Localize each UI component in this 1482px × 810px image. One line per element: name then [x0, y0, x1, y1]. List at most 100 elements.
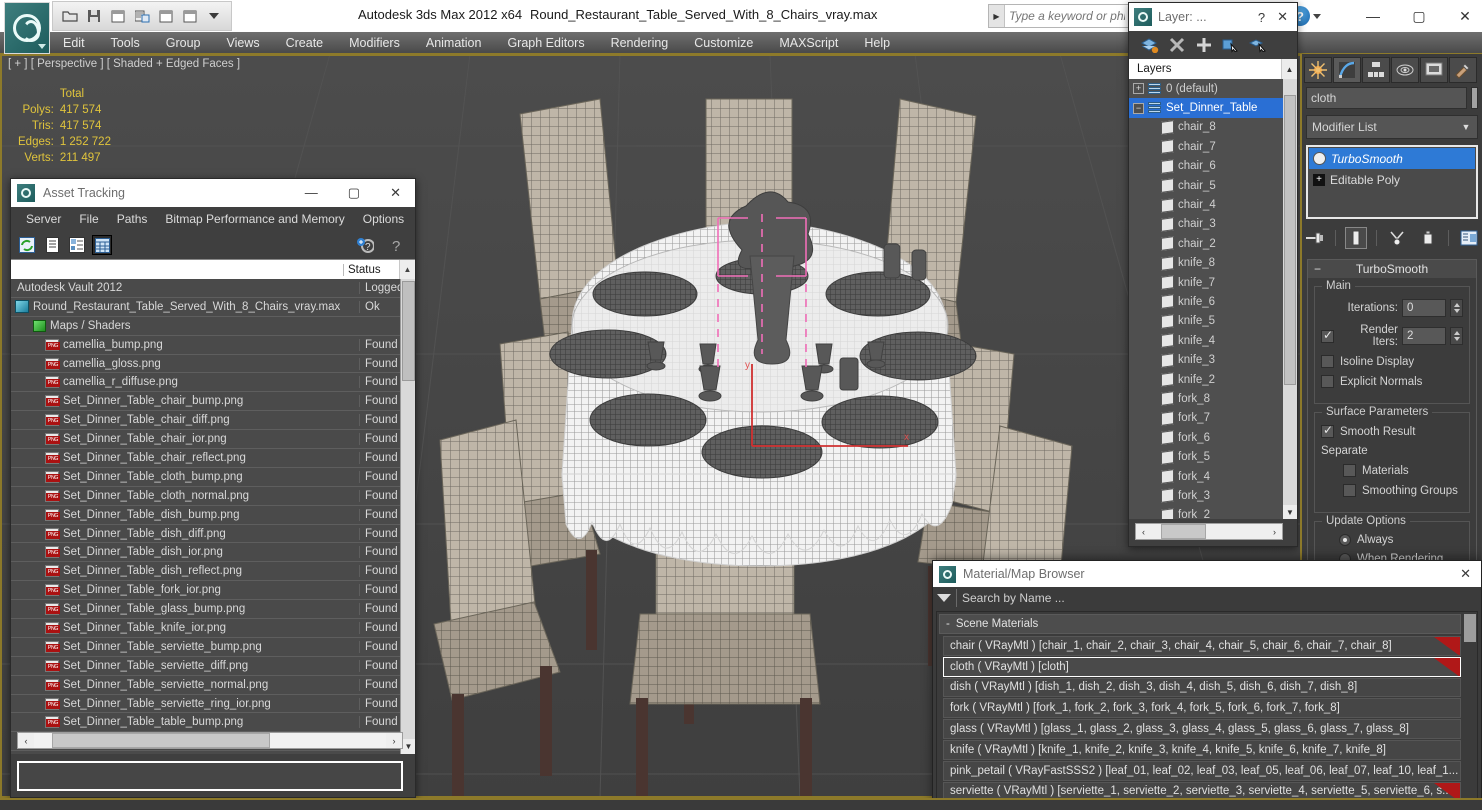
quick-access-toolbar[interactable] [52, 1, 232, 31]
check-explicit-normals[interactable]: Explicit Normals [1321, 375, 1463, 388]
command-panel-tabs[interactable] [1302, 54, 1482, 84]
import-button[interactable] [131, 5, 153, 27]
asset-row[interactable]: Set_Dinner_Table_cloth_bump.pngFound [11, 467, 415, 487]
smoothing-groups-checkbox[interactable] [1343, 484, 1356, 497]
asset-row[interactable]: Set_Dinner_Table_table_bump.pngFound [11, 713, 415, 733]
layer-row[interactable]: fork_8 [1129, 389, 1297, 408]
render-iters-spinner[interactable] [1450, 327, 1463, 345]
asset-row[interactable]: Set_Dinner_Table_dish_ior.pngFound [11, 543, 415, 563]
menu-help[interactable]: Help [851, 36, 903, 50]
help-dropdown-icon[interactable] [1313, 14, 1321, 19]
rollout-collapse-icon[interactable]: − [1314, 262, 1321, 276]
explicit-normals-checkbox[interactable] [1321, 375, 1334, 388]
layer-explorer-close-button[interactable]: ✕ [1277, 9, 1292, 25]
hscroll-right-icon[interactable]: › [386, 733, 402, 748]
filter-dropdown-icon[interactable] [937, 594, 951, 602]
asset-row[interactable]: Set_Dinner_Table_cloth_normal.pngFound [11, 486, 415, 506]
app-menu-caret-icon[interactable] [38, 44, 46, 49]
material-row[interactable]: chair ( VRayMtl ) [chair_1, chair_2, cha… [943, 636, 1461, 656]
hierarchy-tab[interactable] [1362, 57, 1390, 83]
menu-modifiers[interactable]: Modifiers [336, 36, 413, 50]
scene-materials-section-header[interactable]: - Scene Materials [939, 614, 1461, 634]
motion-tab[interactable] [1391, 57, 1419, 83]
layer-row[interactable]: knife_6 [1129, 292, 1297, 311]
layer-explorer-help-button[interactable]: ? [1258, 10, 1277, 25]
layer-row[interactable]: fork_3 [1129, 486, 1297, 505]
check-isoline-display[interactable]: Isoline Display [1321, 355, 1463, 368]
layer-row[interactable]: chair_3 [1129, 215, 1297, 234]
configure-modifier-sets-icon[interactable] [1458, 227, 1480, 249]
menu-tools[interactable]: Tools [98, 36, 153, 50]
object-name-input[interactable] [1306, 87, 1467, 109]
asset-row[interactable]: Set_Dinner_Table_serviette_bump.pngFound [11, 637, 415, 657]
select-layer-icon[interactable] [1249, 36, 1267, 54]
menu-edit[interactable]: Edit [50, 36, 98, 50]
layer-explorer-toolbar[interactable] [1129, 31, 1297, 59]
menu-maxscript[interactable]: MAXScript [766, 36, 851, 50]
asset-row[interactable]: camellia_bump.pngFound [11, 335, 415, 355]
layer-explorer-window[interactable]: Layer: ... ? ✕ Layers ▲ + 0 (default) − … [1128, 2, 1298, 547]
object-color-swatch[interactable] [1471, 87, 1478, 109]
asset-row[interactable]: Set_Dinner_Table_dish_diff.pngFound [11, 524, 415, 544]
keyword-search-input[interactable] [1005, 9, 1125, 23]
at-menu-server[interactable]: Server [17, 212, 70, 226]
pin-stack-icon[interactable] [1304, 227, 1326, 249]
layer-row[interactable]: chair_4 [1129, 195, 1297, 214]
check-smooth-result[interactable]: Smooth Result [1321, 423, 1463, 438]
section-collapse-icon[interactable]: - [946, 618, 950, 630]
tree-view-icon[interactable] [67, 235, 87, 255]
menu-customize[interactable]: Customize [681, 36, 766, 50]
menu-views[interactable]: Views [213, 36, 272, 50]
select-object-icon[interactable] [1222, 36, 1240, 54]
material-browser-list[interactable]: - Scene Materials chair ( VRayMtl ) [cha… [936, 611, 1478, 801]
layer-row[interactable]: knife_2 [1129, 370, 1297, 389]
save-file-button[interactable] [83, 5, 105, 27]
layer-hscroll-thumb[interactable] [1161, 524, 1206, 539]
asset-row[interactable]: Set_Dinner_Table_serviette_diff.pngFound [11, 656, 415, 676]
create-tab[interactable] [1304, 57, 1332, 83]
smooth-result-checkbox[interactable] [1321, 423, 1334, 438]
material-row[interactable]: pink_petail ( VRayFastSSS2 ) [leaf_01, l… [943, 760, 1461, 781]
add-layer-icon[interactable] [1195, 36, 1213, 54]
at-menu-options[interactable]: Options [354, 212, 413, 226]
asset-row[interactable]: Autodesk Vault 2012 Logged [11, 279, 415, 298]
layer-row[interactable]: chair_5 [1129, 176, 1297, 195]
layer-list-horizontal-scrollbar[interactable]: ‹ › [1135, 523, 1283, 540]
asset-list-scroll-up-icon[interactable]: ▲ [399, 259, 415, 280]
undo-button[interactable] [155, 5, 177, 27]
asset-row[interactable]: Set_Dinner_Table_serviette_ring_ior.pngF… [11, 694, 415, 714]
asset-tracking-list[interactable]: Autodesk Vault 2012 Logged Round_Restauran… [11, 279, 415, 754]
render-iters-checkbox[interactable] [1321, 328, 1334, 343]
field-render-iters[interactable]: Render Iters: 2 [1321, 324, 1463, 348]
list-view-icon[interactable] [42, 235, 62, 255]
remove-modifier-icon[interactable] [1417, 227, 1439, 249]
show-end-result-icon[interactable] [1345, 227, 1367, 249]
asset-list-scroll-thumb[interactable] [402, 281, 415, 381]
asset-row[interactable]: Set_Dinner_Table_knife_ior.pngFound [11, 619, 415, 638]
radio-always[interactable]: Always [1321, 534, 1463, 546]
menu-group[interactable]: Group [153, 36, 214, 50]
asset-row[interactable]: Set_Dinner_Table_fork_ior.pngFound [11, 581, 415, 601]
close-button[interactable]: ✕ [1454, 8, 1476, 25]
modify-tab[interactable] [1333, 57, 1361, 83]
asset-tracking-toolbar[interactable]: ? ? [11, 231, 415, 259]
minimize-button[interactable]: — [1362, 8, 1384, 24]
layer-row[interactable]: chair_2 [1129, 234, 1297, 253]
new-scene-button[interactable] [107, 5, 129, 27]
material-browser-search-row[interactable]: Search by Name ... [933, 587, 1481, 609]
material-row[interactable]: glass ( VRayMtl ) [glass_1, glass_2, gla… [943, 719, 1461, 739]
at-menu-bitmap-performance[interactable]: Bitmap Performance and Memory [156, 212, 353, 226]
asset-list-vertical-scrollbar[interactable]: ▼ [400, 279, 415, 754]
material-row[interactable]: dish ( VRayMtl ) [dish_1, dish_2, dish_3… [943, 677, 1461, 698]
isoline-display-checkbox[interactable] [1321, 355, 1334, 368]
material-row[interactable]: knife ( VRayMtl ) [knife_1, knife_2, kni… [943, 739, 1461, 760]
layer-row[interactable]: knife_5 [1129, 312, 1297, 331]
material-list-vertical-scrollbar[interactable] [1463, 612, 1477, 800]
asset-row[interactable]: Round_Restaurant_Table_Served_With_8_Cha… [11, 297, 415, 317]
iterations-value[interactable]: 0 [1402, 299, 1446, 317]
expand-plus-icon[interactable]: + [1313, 173, 1325, 186]
asset-row[interactable]: Set_Dinner_Table_dish_reflect.pngFound [11, 562, 415, 582]
layer-row[interactable]: chair_6 [1129, 157, 1297, 176]
always-radio[interactable] [1339, 534, 1351, 546]
hscroll-thumb[interactable] [52, 733, 270, 748]
